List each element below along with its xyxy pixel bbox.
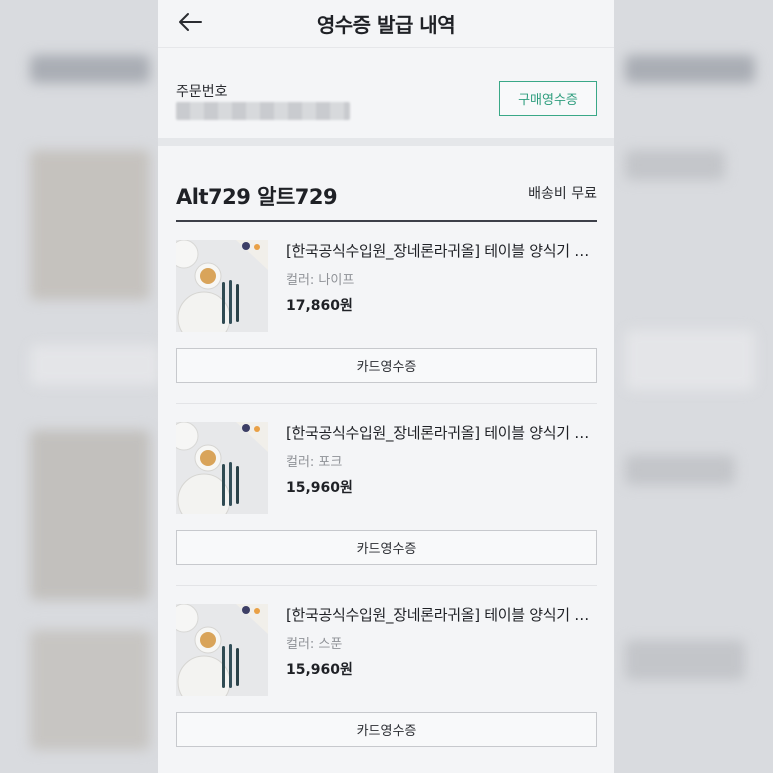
product-title[interactable]: [한국공식수입원_장네론라귀올] 테이블 양식기 세트 (286, 240, 598, 261)
product-option: 컬러: 스푼 (286, 637, 343, 652)
card-receipt-button[interactable]: 카드영수증 (176, 530, 597, 565)
top-bar: 영수증 발급 내역 (158, 0, 614, 48)
product-price: 17,860원 (286, 298, 353, 314)
product-image[interactable] (176, 604, 268, 696)
page-title: 영수증 발급 내역 (316, 13, 456, 37)
order-number-label: 주문번호 (176, 84, 228, 100)
order-number-redacted (176, 102, 350, 120)
item-list: [한국공식수입원_장네론라귀올] 테이블 양식기 세트 컬러: 나이프 17,8… (158, 222, 614, 768)
product-title[interactable]: [한국공식수입원_장네론라귀올] 테이블 양식기 세트 (286, 604, 598, 625)
product-image[interactable] (176, 240, 268, 332)
list-item: [한국공식수입원_장네론라귀올] 테이블 양식기 세트 컬러: 나이프 17,8… (176, 222, 598, 404)
product-image[interactable] (176, 422, 268, 514)
receipt-screen: 영수증 발급 내역 주문번호 구매영수증 Alt729 알트729 배송비 무료 (158, 0, 614, 773)
seller-header: Alt729 알트729 배송비 무료 (176, 146, 597, 222)
product-price: 15,960원 (286, 480, 353, 496)
order-info: 주문번호 구매영수증 (158, 48, 614, 146)
blurred-background-right (615, 0, 773, 773)
product-option: 컬러: 나이프 (286, 273, 355, 288)
list-item: [한국공식수입원_장네론라귀올] 테이블 양식기 세트 컬러: 스푼 15,96… (176, 586, 598, 768)
list-item: [한국공식수입원_장네론라귀올] 테이블 양식기 세트 컬러: 포크 15,96… (176, 404, 598, 586)
card-receipt-button[interactable]: 카드영수증 (176, 348, 597, 383)
blurred-background-left (0, 0, 158, 773)
card-receipt-button[interactable]: 카드영수증 (176, 712, 597, 747)
product-title[interactable]: [한국공식수입원_장네론라귀올] 테이블 양식기 세트 (286, 422, 598, 443)
purchase-receipt-button[interactable]: 구매영수증 (499, 81, 597, 116)
product-option: 컬러: 포크 (286, 455, 343, 470)
seller-name: Alt729 알트729 (176, 185, 338, 209)
shipping-fee: 배송비 무료 (528, 186, 597, 202)
product-price: 15,960원 (286, 662, 353, 678)
